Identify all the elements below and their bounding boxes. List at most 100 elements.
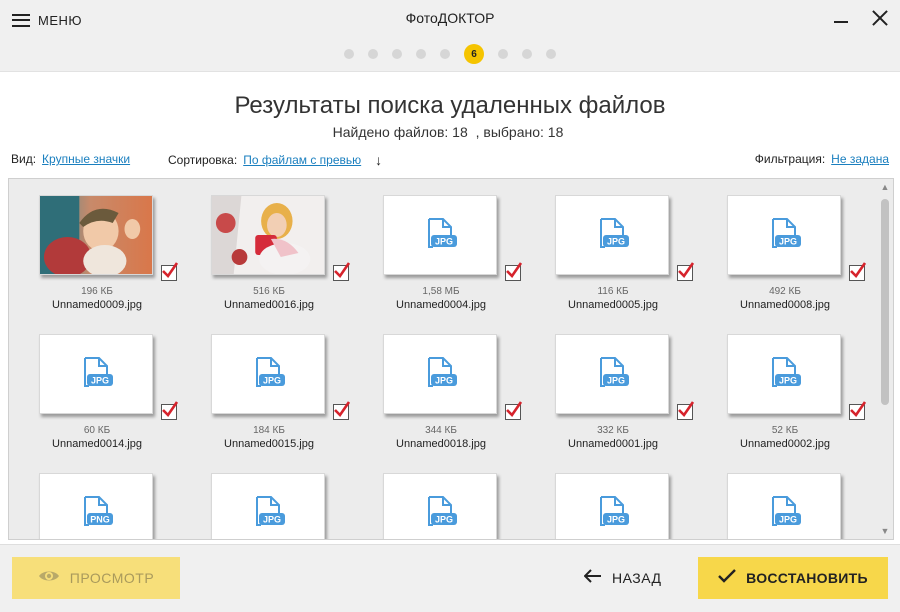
file-thumbnail: JPG	[383, 334, 497, 414]
eye-icon	[38, 569, 60, 588]
file-tile[interactable]: 516 КБ Unnamed0016.jpg	[195, 195, 351, 325]
file-size: 196 КБ	[81, 286, 113, 297]
file-tile[interactable]: JPG 52 КБ Unnamed0002.jpg	[711, 334, 867, 464]
step-dot	[392, 49, 402, 59]
file-select-checkbox[interactable]	[505, 262, 523, 281]
file-tile[interactable]: JPG 116 КБ Unnamed0005.jpg	[539, 195, 695, 325]
file-name: Unnamed0004.jpg	[396, 299, 486, 311]
checkmark-icon	[506, 262, 523, 279]
file-thumbnail: JPG	[727, 473, 841, 539]
file-thumbnail: JPG	[555, 473, 669, 539]
file-tile[interactable]: JPG 184 КБ Unnamed0015.jpg	[195, 334, 351, 464]
file-select-checkbox[interactable]	[333, 401, 351, 420]
wizard-step-indicator: 6	[0, 44, 900, 64]
step-dot	[368, 49, 378, 59]
file-select-checkbox[interactable]	[849, 401, 867, 420]
app-title: ФотоДОКТОР	[405, 10, 495, 26]
file-name: Unnamed0008.jpg	[740, 299, 830, 311]
svg-text:JPG: JPG	[607, 237, 625, 247]
selected-count: , выбрано: 18	[475, 124, 564, 140]
file-select-checkbox[interactable]	[677, 262, 695, 281]
found-summary: Найдено файлов: 18 , выбрано: 18	[0, 124, 900, 140]
scroll-down-arrow-icon[interactable]: ▼	[879, 525, 891, 537]
close-button[interactable]	[870, 8, 890, 28]
restore-button[interactable]: ВОССТАНОВИТЬ	[698, 557, 888, 599]
file-tile[interactable]: PNG	[23, 473, 171, 539]
file-tile[interactable]: JPG	[539, 473, 687, 539]
jpg-file-icon: JPG	[384, 196, 496, 274]
file-name: Unnamed0001.jpg	[568, 438, 658, 450]
file-select-checkbox[interactable]	[161, 262, 179, 281]
scroll-up-arrow-icon[interactable]: ▲	[879, 181, 891, 193]
svg-text:JPG: JPG	[779, 515, 797, 525]
title-bar: МЕНЮ ФотоДОКТОР 6	[0, 0, 900, 72]
jpg-file-icon: JPG	[384, 474, 496, 539]
file-tile[interactable]: JPG	[367, 473, 515, 539]
file-size: 1,58 МБ	[422, 286, 460, 297]
scroll-thumb[interactable]	[881, 199, 889, 405]
checkmark-icon	[506, 401, 523, 418]
jpg-file-icon: JPG	[728, 474, 840, 539]
checkmark-icon	[334, 262, 351, 279]
sort-mode-link[interactable]: По файлам с превью	[243, 153, 361, 167]
file-select-checkbox[interactable]	[505, 401, 523, 420]
png-file-icon: PNG	[40, 474, 152, 539]
step-dot	[546, 49, 556, 59]
file-size: 492 КБ	[769, 286, 801, 297]
svg-text:JPG: JPG	[607, 376, 625, 386]
svg-text:JPG: JPG	[263, 376, 281, 386]
file-thumbnail: JPG	[555, 195, 669, 275]
file-name: Unnamed0015.jpg	[224, 438, 314, 450]
sort-option: Сортировка: По файлам с превью ↓	[168, 152, 382, 168]
file-name: Unnamed0016.jpg	[224, 299, 314, 311]
svg-text:PNG: PNG	[90, 515, 110, 525]
file-thumbnail: JPG	[727, 195, 841, 275]
file-tile[interactable]: JPG 1,58 МБ Unnamed0004.jpg	[367, 195, 523, 325]
file-tile[interactable]: 196 КБ Unnamed0009.jpg	[23, 195, 179, 325]
preview-button[interactable]: ПРОСМОТР	[12, 557, 180, 599]
filter-label: Фильтрация:	[754, 152, 826, 166]
file-name: Unnamed0009.jpg	[52, 299, 142, 311]
file-select-checkbox[interactable]	[677, 401, 695, 420]
svg-text:JPG: JPG	[91, 376, 109, 386]
view-label: Вид:	[11, 152, 37, 166]
checkmark-icon	[678, 262, 695, 279]
file-select-checkbox[interactable]	[849, 262, 867, 281]
step-dot-active: 6	[464, 44, 484, 64]
step-dot	[416, 49, 426, 59]
svg-text:JPG: JPG	[435, 376, 453, 386]
view-mode-link[interactable]: Крупные значки	[42, 152, 130, 166]
file-thumbnail: JPG	[383, 473, 497, 539]
svg-text:JPG: JPG	[779, 376, 797, 386]
sort-direction-icon[interactable]: ↓	[375, 152, 382, 168]
file-grid-panel: 196 КБ Unnamed0009.jpg 516 КБ Unnamed0016.j…	[8, 178, 894, 540]
step-dot	[498, 49, 508, 59]
file-size: 344 КБ	[425, 425, 457, 436]
vertical-scrollbar[interactable]: ▲ ▼	[879, 181, 891, 537]
file-name: Unnamed0002.jpg	[740, 438, 830, 450]
file-tile[interactable]: JPG	[711, 473, 859, 539]
photodoctor-window: МЕНЮ ФотоДОКТОР 6 Результаты поиска удал…	[0, 0, 900, 612]
file-tile[interactable]: JPG 60 КБ Unnamed0014.jpg	[23, 334, 179, 464]
back-label: НАЗАД	[612, 570, 662, 586]
step-dot	[440, 49, 450, 59]
step-dot	[344, 49, 354, 59]
filter-link[interactable]: Не задана	[831, 152, 889, 166]
file-tile[interactable]: JPG	[195, 473, 343, 539]
jpg-file-icon: JPG	[40, 335, 152, 413]
file-thumbnail: JPG	[211, 473, 325, 539]
found-count: Найдено файлов: 18	[332, 124, 468, 140]
file-select-checkbox[interactable]	[333, 262, 351, 281]
checkmark-icon	[162, 401, 179, 418]
view-option: Вид: Крупные значки	[11, 152, 130, 166]
checkmark-icon	[162, 262, 179, 279]
minimize-button[interactable]	[834, 8, 850, 28]
back-button[interactable]: НАЗАД	[583, 557, 662, 599]
checkmark-icon	[718, 568, 736, 588]
footer-bar: ПРОСМОТР НАЗАД ВОССТАНОВИТЬ	[0, 544, 900, 612]
file-thumbnail	[39, 195, 153, 275]
file-select-checkbox[interactable]	[161, 401, 179, 420]
file-tile[interactable]: JPG 344 КБ Unnamed0018.jpg	[367, 334, 523, 464]
file-tile[interactable]: JPG 492 КБ Unnamed0008.jpg	[711, 195, 867, 325]
file-tile[interactable]: JPG 332 КБ Unnamed0001.jpg	[539, 334, 695, 464]
